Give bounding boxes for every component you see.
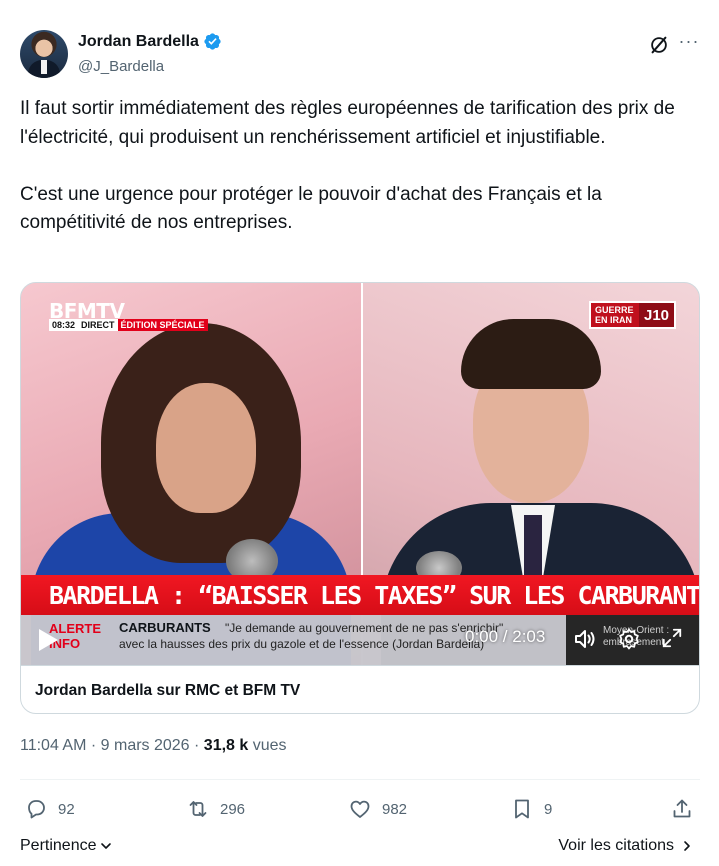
video-timecode: 0:00 / 2:03	[465, 627, 546, 646]
card-caption[interactable]: Jordan Bardella sur RMC et BFM TV	[21, 665, 699, 713]
settings-icon[interactable]	[617, 627, 641, 651]
card-title[interactable]: Jordan Bardella sur RMC et BFM TV	[35, 682, 300, 700]
avatar-shirt	[41, 60, 47, 74]
handle[interactable]: @J_Bardella	[78, 58, 164, 75]
bookmark-count: 9	[544, 800, 553, 818]
action-bar: 92 296 982 9	[20, 793, 700, 825]
grok-icon[interactable]	[648, 34, 670, 56]
replies-header: Pertinence Voir les citations	[20, 835, 700, 859]
split-screen-divider	[361, 283, 363, 583]
view-quotes-link[interactable]: Voir les citations	[558, 837, 694, 855]
broadcast-special: ÉDITION SPÉCIALE	[117, 319, 208, 331]
retweet-button[interactable]: 296	[186, 793, 245, 825]
like-button[interactable]: 982	[348, 793, 407, 825]
news-badge-day: J10	[639, 303, 675, 327]
news-badge: GUERRE EN IRAN J10	[589, 301, 677, 329]
name-row: Jordan Bardella	[78, 32, 222, 51]
share-button[interactable]	[670, 793, 694, 825]
tweet-paragraph-2: C'est une urgence pour protéger le pouvo…	[20, 183, 602, 234]
headline-text: BARDELLA : “BAISSER LES TAXES” SUR LES C…	[49, 581, 700, 610]
avatar[interactable]	[20, 30, 68, 78]
share-icon	[673, 799, 691, 818]
reply-count: 92	[58, 800, 75, 818]
volume-icon[interactable]	[573, 627, 597, 651]
tweet-header: Jordan Bardella @J_Bardella ···	[20, 28, 700, 80]
presenter-face	[156, 383, 256, 513]
display-name[interactable]: Jordan Bardella	[78, 33, 199, 51]
video-player[interactable]: BFMTV 08:32 DIRECT ÉDITION SPÉCIALE GUER…	[21, 283, 700, 665]
tweet-text: Il faut sortir immédiatement des règles …	[20, 95, 690, 238]
meta-separator: ·	[86, 737, 101, 754]
retweet-count: 296	[220, 800, 246, 818]
more-icon[interactable]: ···	[678, 32, 700, 56]
guest-hair	[461, 319, 601, 389]
verified-badge-icon	[204, 33, 221, 50]
chevron-down-icon	[100, 843, 111, 849]
news-badge-text: GUERRE EN IRAN	[595, 305, 634, 325]
reply-icon	[28, 800, 45, 819]
broadcast-live: DIRECT	[78, 319, 118, 331]
headline-bar: BARDELLA : “BAISSER LES TAXES” SUR LES C…	[21, 575, 700, 615]
bookmark-icon	[515, 799, 529, 819]
broadcast-strip: 08:32 DIRECT ÉDITION SPÉCIALE	[49, 319, 208, 331]
broadcast-time: 08:32	[49, 319, 79, 331]
retweet-icon	[189, 801, 207, 817]
bookmark-button[interactable]: 9	[510, 793, 552, 825]
tweet-time[interactable]: 11:04 AM	[20, 737, 86, 754]
heart-icon	[350, 800, 370, 818]
sort-dropdown[interactable]: Pertinence	[20, 837, 113, 855]
tweet-date[interactable]: 9 mars 2026	[101, 737, 190, 754]
sort-label: Pertinence	[20, 837, 97, 854]
quotes-link-label: Voir les citations	[558, 837, 674, 854]
meta-separator-2: ·	[189, 737, 204, 754]
like-count: 982	[382, 800, 408, 818]
play-icon[interactable]	[37, 628, 59, 652]
tweet-paragraph-1: Il faut sortir immédiatement des règles …	[20, 98, 675, 148]
reply-button[interactable]: 92	[24, 793, 75, 825]
views-label: vues	[248, 737, 287, 754]
video-card[interactable]: BFMTV 08:32 DIRECT ÉDITION SPÉCIALE GUER…	[20, 282, 700, 714]
fullscreen-icon[interactable]	[661, 627, 683, 649]
tweet-meta: 11:04 AM · 9 mars 2026 · 31,8 k vues	[20, 737, 287, 755]
divider	[20, 779, 700, 780]
views-count[interactable]: 31,8 k	[204, 737, 248, 754]
chevron-right-icon	[684, 841, 690, 851]
video-controls: 0:00 / 2:03	[21, 615, 699, 665]
